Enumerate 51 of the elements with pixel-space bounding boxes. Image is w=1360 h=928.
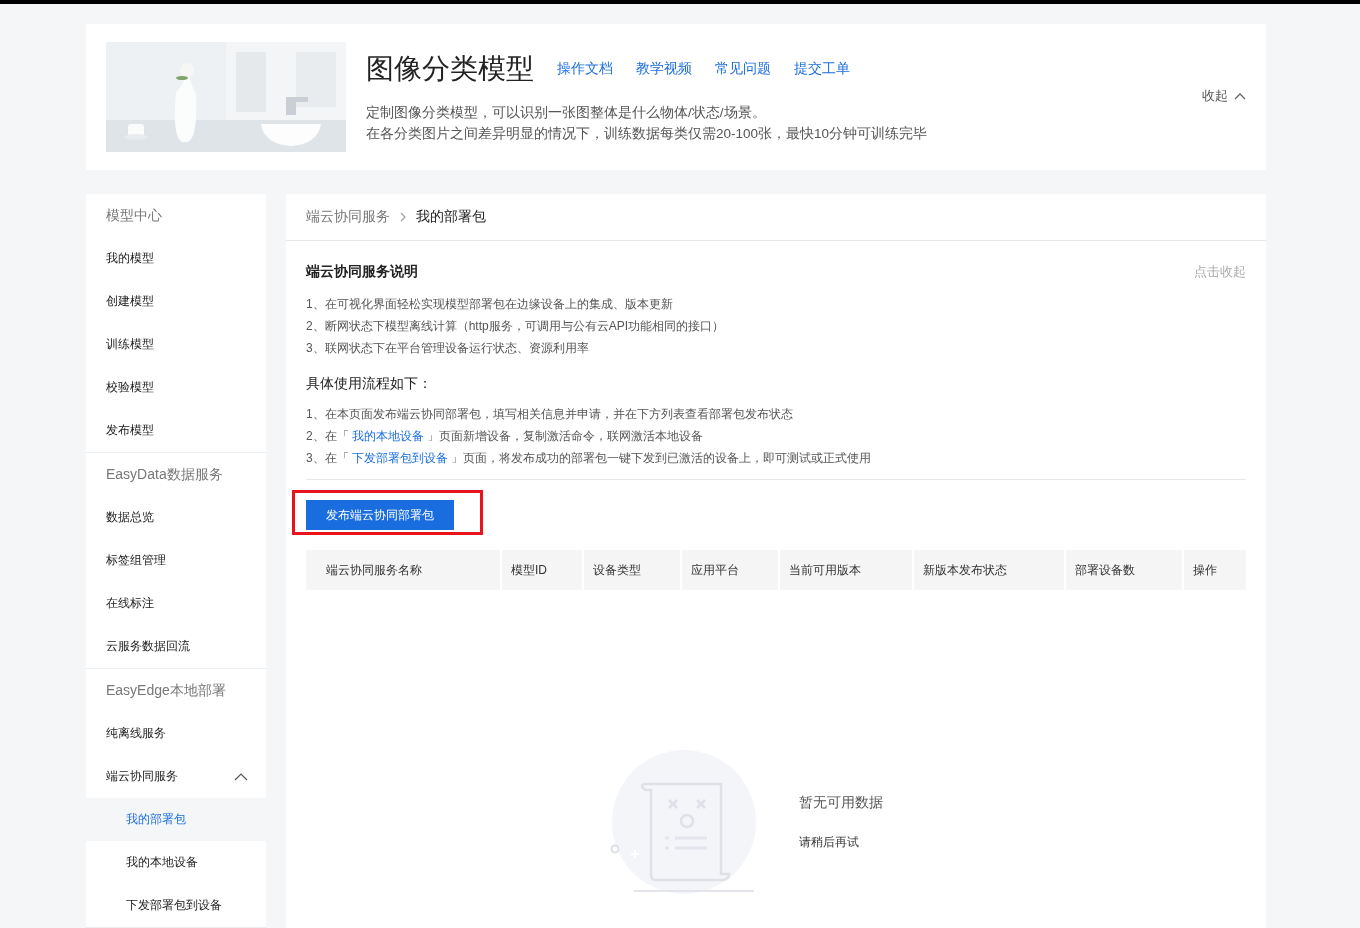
chevron-up-icon bbox=[1234, 92, 1246, 100]
sidebar-item[interactable]: 校验模型 bbox=[86, 366, 266, 409]
feature-text: 3、联网状态下在平台管理设备运行状态、资源利用率 bbox=[306, 340, 590, 357]
sidebar-group-title: EasyData数据服务 bbox=[105, 465, 224, 484]
page-title: 图像分类模型 bbox=[366, 52, 534, 86]
step-text: 3、在「 下发部署包到设备 」页面，将发布成功的部署包一键下发到已激活的设备上，即可测试或正式使用 bbox=[306, 450, 873, 467]
help-link[interactable]: 提交工单 bbox=[794, 60, 850, 78]
sidebar-item[interactable]: 端云协同服务 bbox=[86, 755, 266, 798]
steps-title: 具体使用流程如下： bbox=[306, 375, 433, 393]
page-link[interactable]: 我的本地设备 bbox=[352, 429, 424, 443]
sidebar-group-title: 模型中心 bbox=[105, 206, 163, 225]
description-text: 在各分类图片之间差异明显的情况下，训练数据每类仅需20-100张，最快10分钟可训练完毕 bbox=[366, 125, 929, 143]
feature-text: 2、断网状态下模型离线计算（http服务，可调用与公有云API功能相同的接口） bbox=[306, 318, 726, 335]
column-header: 应用平台 bbox=[681, 550, 778, 590]
step-text: 1、在本页面发布端云协同部署包，填写相关信息并申请，并在下方列表查看部署包发布状态 bbox=[306, 406, 794, 423]
step-text: 2、在「 我的本地设备 」页面新增设备，复制激活命令，联网激活本地设备 bbox=[306, 428, 705, 445]
sidebar-item[interactable]: 发布模型 bbox=[86, 409, 266, 452]
column-header: 设备类型 bbox=[583, 550, 680, 590]
help-link[interactable]: 教学视频 bbox=[636, 60, 692, 78]
help-link[interactable]: 操作文档 bbox=[557, 60, 613, 78]
column-header: 端云协同服务名称 bbox=[306, 550, 501, 590]
column-header: 新版本发布状态 bbox=[914, 550, 1065, 590]
sidebar-item[interactable]: 纯离线服务 bbox=[86, 712, 266, 755]
sidebar-item[interactable]: 云服务数据回流 bbox=[86, 625, 266, 668]
chevron-right-icon bbox=[400, 212, 406, 222]
column-header: 当前可用版本 bbox=[779, 550, 913, 590]
sidebar-group-title: EasyEdge本地部署 bbox=[105, 681, 227, 700]
publish-button[interactable]: 发布端云协同部署包 bbox=[306, 500, 454, 530]
sidebar-subitem[interactable]: 我的本地设备 bbox=[86, 841, 266, 884]
sidebar-item[interactable]: 创建模型 bbox=[86, 280, 266, 323]
collapse-button[interactable]: 收起 bbox=[1202, 87, 1246, 105]
sidebar-subitem[interactable]: 我的部署包 bbox=[86, 798, 266, 841]
empty-hint: 请稍后再试 bbox=[799, 834, 860, 851]
sidebar-item[interactable]: 数据总览 bbox=[86, 496, 266, 539]
help-link[interactable]: 常见问题 bbox=[715, 60, 771, 78]
feature-text: 1、在可视化界面轻松实现模型部署包在边缘设备上的集成、版本更新 bbox=[306, 296, 674, 313]
sidebar-item[interactable]: 在线标注 bbox=[86, 582, 266, 625]
chevron-icon bbox=[234, 772, 248, 781]
section-title: 端云协同服务说明 bbox=[306, 263, 418, 281]
description-text: 定制图像分类模型，可以识别一张图整体是什么物体/状态/场景。 bbox=[366, 104, 767, 122]
sidebar-item[interactable]: 我的模型 bbox=[86, 237, 266, 280]
breadcrumb-item: 我的部署包 bbox=[416, 208, 486, 226]
column-header: 部署设备数 bbox=[1066, 550, 1183, 590]
column-header: 操作 bbox=[1184, 550, 1246, 590]
empty-title: 暂无可用数据 bbox=[799, 794, 883, 812]
sidebar-subitem[interactable]: 下发部署包到设备 bbox=[86, 884, 266, 927]
page-link[interactable]: 下发部署包到设备 bbox=[352, 451, 448, 465]
breadcrumb-item[interactable]: 端云协同服务 bbox=[306, 208, 390, 226]
sidebar-item[interactable]: 训练模型 bbox=[86, 323, 266, 366]
sidebar-item[interactable]: 标签组管理 bbox=[86, 539, 266, 582]
column-header: 模型ID bbox=[502, 550, 582, 590]
